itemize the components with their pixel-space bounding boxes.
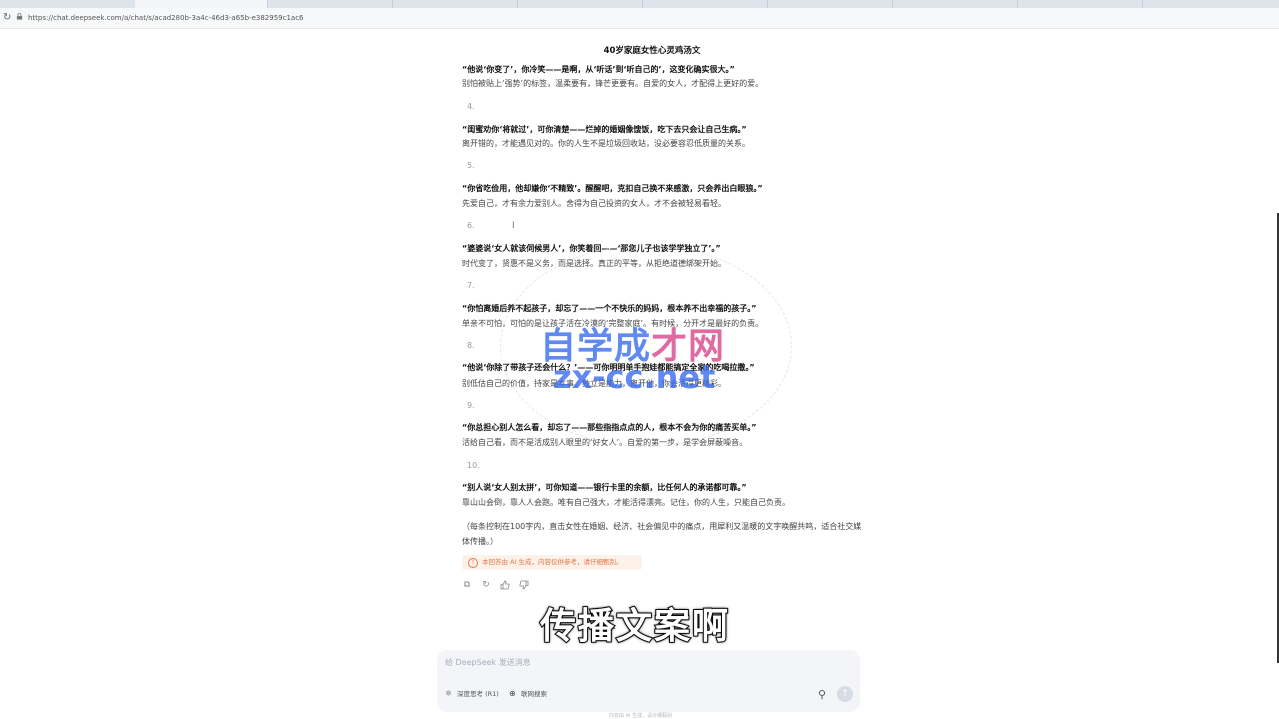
browser-tab[interactable]	[642, 0, 768, 8]
list-number: 5.	[467, 161, 475, 170]
answer-quote-line: “别人说‘女人别太拼’，可你知道——银行卡里的余额，比任何人的承诺都可靠。”	[462, 483, 747, 492]
list-number: 7.	[467, 281, 475, 290]
list-number: 10.	[467, 461, 480, 470]
disclaimer-text: 本回答由 AI 生成，内容仅供参考，请仔细甄别。	[482, 558, 623, 566]
send-button[interactable]: ↑	[837, 686, 853, 702]
answer-body-line: 先爱自己，才有余力爱别人。舍得为自己投资的女人，才不会被轻易看轻。	[462, 199, 726, 208]
answer-body-line: 靠山山会倒，靠人人会跑。唯有自己强大，才能活得漂亮。记住，你的人生，只能自己负责…	[462, 498, 790, 507]
copy-icon[interactable]: ⧉	[462, 580, 472, 590]
list-number: 9.	[467, 401, 475, 410]
answer-note: （每条控制在100字内，直击女性在婚姻、经济、社会偏见中的痛点，用犀利又温暖的文…	[462, 522, 862, 546]
text-cursor-icon: I	[512, 221, 515, 231]
url-text[interactable]: https://chat.deepseek.com/a/chat/s/acad2…	[28, 12, 304, 24]
list-number: 6.	[467, 221, 475, 230]
address-bar[interactable]: ↻ https://chat.deepseek.com/a/chat/s/aca…	[0, 8, 1279, 29]
tab-strip	[0, 0, 1279, 8]
browser-tab[interactable]	[392, 0, 518, 8]
answer-quote-line: “你省吃俭用，他却嫌你‘不精致’。醒醒吧，克扣自己换不来感激，只会养出白眼狼。”	[462, 184, 763, 193]
answer-quote-line: “他说‘你变了’，你冷笑——是啊，从‘听话’到‘听自己的’，这变化确实很大。”	[462, 65, 735, 74]
message-input[interactable]: 给 DeepSeek 发送消息	[445, 657, 531, 668]
list-number: 4.	[467, 102, 475, 111]
conversation-title: 40岁家庭女性心灵鸡汤文	[603, 46, 701, 56]
watermark-domain: zx-cc.net	[553, 358, 716, 396]
browser-tab[interactable]	[892, 0, 1018, 8]
browser-tab[interactable]	[267, 0, 393, 8]
browser-tab[interactable]	[1017, 0, 1143, 8]
attach-icon[interactable]: ⚲	[818, 688, 826, 701]
video-subtitle: 传播文案啊	[539, 605, 731, 648]
thumbs-up-icon[interactable]	[500, 580, 510, 590]
thumbs-down-icon[interactable]	[519, 580, 529, 590]
answer-body-line: 离开错的，才能遇见对的。你的人生不是垃圾回收站，没必要容忍低质量的关系。	[462, 139, 750, 148]
info-icon: !	[468, 558, 478, 568]
browser-tab[interactable]	[767, 0, 893, 8]
deep-think-toggle[interactable]: ⚛ 深度思考 (R1)	[441, 687, 505, 701]
globe-icon: ⊕	[509, 689, 516, 698]
web-search-label: 联网搜索	[521, 690, 547, 698]
regenerate-icon[interactable]: ↻	[481, 580, 491, 590]
answer-body-line: 别怕被贴上‘强势’的标签，温柔要有，锋芒更要有。自爱的女人，才配得上更好的爱。	[462, 79, 764, 88]
browser-tab[interactable]	[517, 0, 643, 8]
deep-think-label: 深度思考 (R1)	[457, 690, 499, 698]
reload-icon[interactable]: ↻	[3, 12, 11, 24]
answer-quote-line: “闺蜜劝你‘将就过’，可你清楚——烂掉的婚姻像馊饭，吃下去只会让自己生病。”	[462, 125, 747, 134]
list-number: 8.	[467, 341, 475, 350]
browser-tab-active[interactable]	[135, 0, 268, 8]
ai-disclaimer: ! 本回答由 AI 生成，内容仅供参考，请仔细甄别。	[462, 555, 642, 570]
web-search-toggle[interactable]: ⊕ 联网搜索	[505, 687, 553, 701]
browser-tab[interactable]	[0, 0, 136, 8]
atom-icon: ⚛	[445, 689, 453, 698]
message-composer[interactable]: 给 DeepSeek 发送消息 ⚛ 深度思考 (R1) ⊕ 联网搜索 ⚲ ↑	[437, 650, 860, 712]
footer-note: 内容由 AI 生成，请仔细甄别	[609, 713, 673, 719]
site-info-icon[interactable]	[16, 13, 23, 20]
